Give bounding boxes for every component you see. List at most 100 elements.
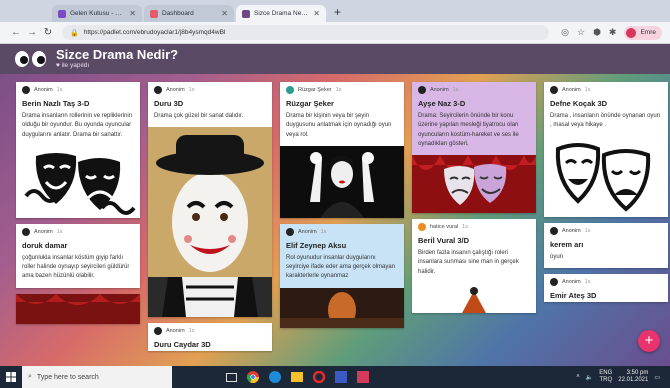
post-title: Rüzgar Şeker [286,99,334,108]
post-author: Anonim [298,228,317,235]
post-time: 1s [584,278,591,285]
post-card[interactable]: Rüzgar Şeker 1s Rüzgar Şeker Drama bir ki… [280,82,404,218]
post-card[interactable]: Anonim 1s Berin Nazlı Taş 3-D Drama insan… [16,82,140,218]
post-card[interactable]: Anonim 1s Ayşe Naz 3-D Drama: Seyircileri… [412,82,536,214]
post-author: Anonim [166,87,185,93]
screen: Gelen Kutusu - Yahoo Search ✕ Dashboard … [0,0,670,388]
avatar [550,226,558,235]
close-icon[interactable]: ✕ [313,9,320,18]
facebook-icon[interactable] [330,366,352,388]
avatar [22,227,30,236]
extension-icon[interactable]: ⬢ [593,27,601,38]
mime-boy-image [148,127,272,318]
page-title: Sizce Drama Nedir? [56,47,179,62]
tab-label: Gelen Kutusu - Yahoo Search [70,10,125,17]
post-author: Anonim [34,87,53,93]
post-title: kerem arı [550,239,584,249]
post-body: Drama , insanların önünde oynanan oyun ,… [550,113,661,129]
post-title: Defne Koçak 3D [550,99,608,108]
avatar [154,86,162,94]
post-card[interactable]: Anonim 1s Defne Koçak 3D Drama , insanlar… [544,82,668,217]
close-icon[interactable]: ✕ [129,9,136,18]
masks-curtain-image [412,155,536,214]
profile-button[interactable]: Emre [624,25,662,40]
post-card[interactable]: Anonim 1s Duru Caydar 3D [148,323,272,352]
language-sub: TRQ [599,377,613,383]
windows-start-icon[interactable] [0,366,22,388]
avatar [550,86,558,94]
post-time: 1s [188,87,195,93]
browser-tab-padlet[interactable]: Sizce Drama Nedir? ✕ [236,5,326,22]
back-icon[interactable]: ← [8,27,24,38]
address-bar[interactable]: 🔒 https://padlet.com/ebrudoyaclar1/j8b4y… [62,25,550,40]
app-icon[interactable] [352,366,374,388]
post-title: Duru 3D [154,99,184,108]
avatar [418,223,426,232]
post-body: oyun [550,253,564,260]
board-column: Anonim 1s Defne Koçak 3D Drama , insanlar… [544,82,668,308]
post-time: 1s [56,228,63,235]
avatar [286,86,294,94]
dashboard-favicon-icon [150,9,158,18]
post-card[interactable]: Anonim 1s doruk damar çoğunlukla insanlar… [16,223,140,288]
browser-tab-dashboard[interactable]: Dashboard ✕ [144,5,234,22]
chevron-up-icon[interactable]: ˄ [576,374,580,380]
post-card[interactable]: hatice vural 1s Beril Vural 3/D Birden fa… [412,219,536,314]
taskbar: ⌕ Type here to search ˄ 🔈 ENG TRQ 3:50 pm… [0,366,670,388]
reload-icon[interactable]: ↻ [40,27,56,38]
browser-tab-yahoo[interactable]: Gelen Kutusu - Yahoo Search ✕ [52,5,142,22]
tab-strip: Gelen Kutusu - Yahoo Search ✕ Dashboard … [0,0,670,22]
clock-date: 22.01.2021 [618,377,649,383]
post-time: 1s [56,87,63,93]
close-icon[interactable]: ✕ [221,9,228,18]
search-placeholder: Type here to search [36,373,99,381]
post-card[interactable]: Anonim 1s Emir Ateş 3D [544,273,668,302]
chrome-icon[interactable] [242,366,264,388]
red-curtain-image [16,293,140,324]
padlet-eyes-icon [15,51,46,67]
theatre-masks-outline-image [544,136,668,217]
post-card[interactable]: Anonim 1s Duru 3D Drama çok güzel bir san… [148,82,272,318]
padlet-board: Anonim 1s Berin Nazlı Taş 3-D Drama insan… [0,74,670,366]
language-indicator[interactable]: ENG TRQ [599,370,612,383]
mime-woman-image [280,145,404,218]
post-title: Beril Vural 3/D [418,236,469,246]
post-time: 1s [188,328,195,335]
post-card[interactable] [16,293,140,324]
post-title: Ayşe Naz 3-D [418,99,466,108]
notification-icon[interactable]: ▭ [654,374,660,381]
post-body: Drama çok güzel bir sanat dalıdır. [154,113,244,119]
edge-icon[interactable] [264,366,286,388]
profile-label: Emre [640,29,656,36]
post-body: Drama bir kişinin veya bir şeyin duygusu… [286,113,392,138]
bookmark-star-icon[interactable]: ☆ [577,27,585,38]
volume-icon[interactable]: 🔈 [586,374,593,381]
board-column: Anonim 1s Ayşe Naz 3-D Drama: Seyircileri… [412,82,536,319]
clock[interactable]: 3:50 pm 22.01.2021 [618,370,648,384]
taskbar-search-input[interactable]: ⌕ Type here to search [22,366,172,388]
post-card[interactable]: Anonim 1s Elif Zeynep Aksu Rol oyunudur i… [280,223,404,328]
post-time: 1s [452,87,459,93]
new-tab-icon[interactable]: + [334,5,341,19]
task-view-icon[interactable] [220,366,242,388]
stage-image [280,287,404,328]
post-card[interactable]: Anonim 1s kerem arı oyun [544,222,668,268]
board-column: Rüzgar Şeker 1s Rüzgar Şeker Drama bir ki… [280,82,404,334]
location-icon[interactable]: ◎ [561,27,569,38]
post-body: Drama: Seyircilerin önünde bir konu üzer… [418,113,519,147]
yahoo-favicon-icon [58,9,66,18]
tab-label: Dashboard [162,10,194,17]
avatar [286,227,294,236]
file-explorer-icon[interactable] [286,366,308,388]
browser-toolbar: ← → ↻ 🔒 https://padlet.com/ebrudoyaclar1… [0,22,670,44]
forward-icon[interactable]: → [24,27,40,38]
post-author: Anonim [562,278,581,285]
post-time: 1s [584,227,591,234]
puzzle-icon[interactable]: ✱ [609,27,617,38]
post-author: Anonim [166,328,185,335]
post-time: 1s [584,87,591,93]
add-post-button[interactable]: + [638,330,660,352]
padlet-favicon-icon [242,9,250,18]
board-column: Anonim 1s Duru 3D Drama çok güzel bir san… [148,82,272,357]
opera-icon[interactable] [308,366,330,388]
